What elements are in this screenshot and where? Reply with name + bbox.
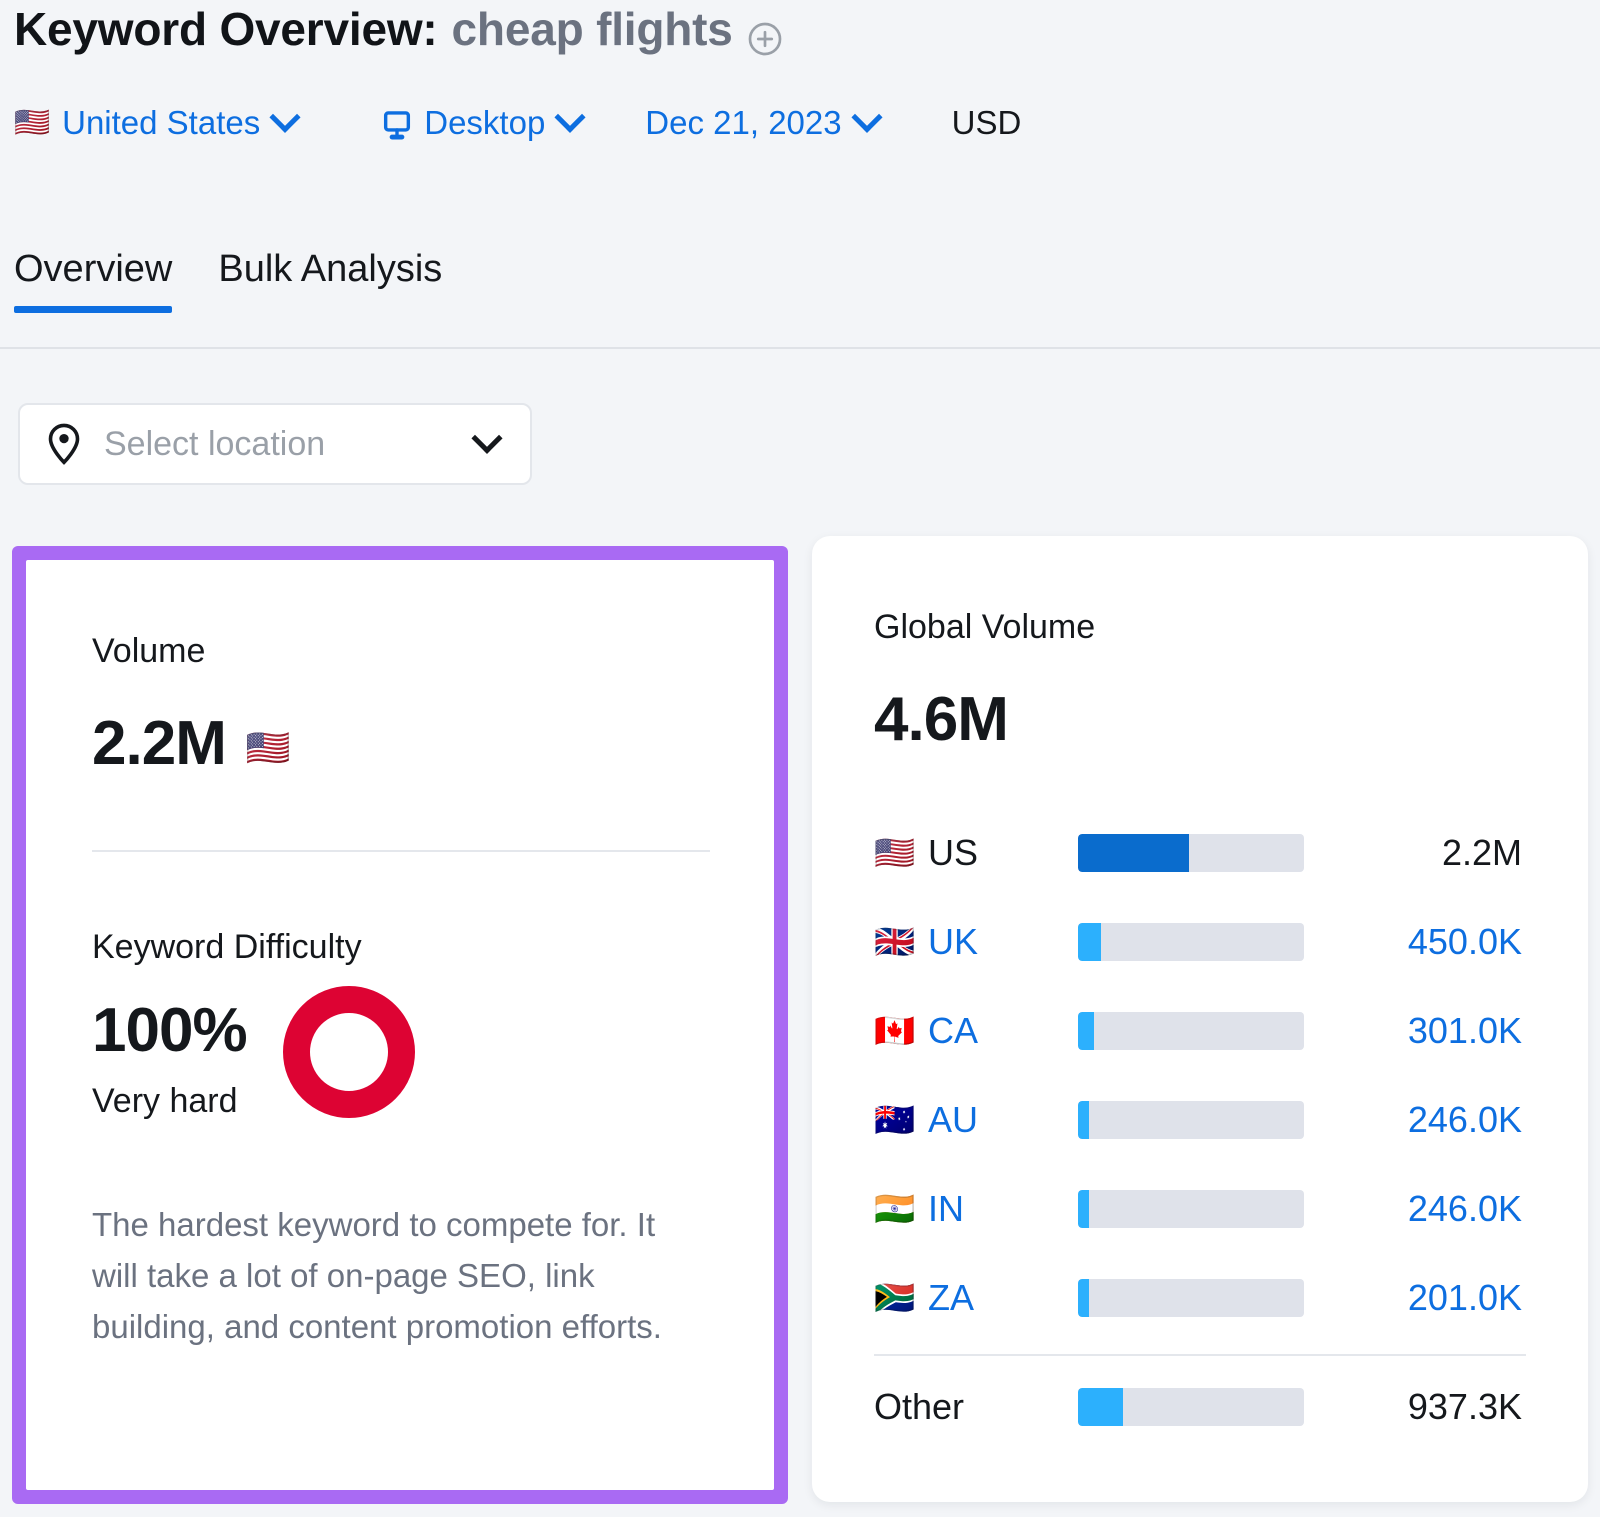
country-label: United States — [62, 104, 261, 141]
bar-row-value: 937.3K — [1407, 1385, 1522, 1427]
bar-row-au[interactable]: 🇦🇺 AU 246.0K — [874, 1075, 1526, 1164]
bar-row-value: 246.0K — [1407, 1187, 1522, 1229]
bar-row-label: AU — [928, 1098, 979, 1140]
bar-track — [1078, 1189, 1304, 1228]
us-flag-icon: 🇺🇸 — [874, 834, 916, 871]
volume-value-row: 2.2M 🇺🇸 — [92, 708, 291, 779]
page-title-keyword: cheap flights — [451, 3, 733, 55]
bar-track — [1078, 922, 1304, 961]
global-volume-label: Global Volume — [874, 608, 1096, 646]
date-selector[interactable]: Dec 21, 2023 — [645, 101, 883, 142]
bar-fill — [1078, 1278, 1090, 1317]
bar-track — [1078, 833, 1304, 872]
volume-difficulty-card: Volume 2.2M 🇺🇸 Keyword Difficulty 100% V… — [26, 560, 774, 1490]
tab-bar: Overview Bulk Analysis — [14, 248, 442, 313]
chevron-down-icon — [554, 101, 586, 133]
bar-track — [1078, 1278, 1304, 1317]
difficulty-donut-gauge — [282, 986, 415, 1118]
keyword-overview-page: Keyword Overview: cheap flights 🇺🇸 Unite… — [0, 0, 1600, 1517]
bar-track — [1078, 1011, 1304, 1050]
date-label: Dec 21, 2023 — [645, 104, 842, 141]
ca-flag-icon: 🇨🇦 — [874, 1012, 916, 1049]
bar-row-value: 201.0K — [1407, 1276, 1522, 1318]
global-volume-value: 4.6M — [874, 685, 1009, 754]
bar-row-value: 450.0K — [1407, 920, 1522, 962]
bar-row-label: IN — [928, 1187, 964, 1229]
bar-track — [1078, 1100, 1304, 1139]
bar-fill — [1078, 1387, 1124, 1426]
bars-divider — [874, 1354, 1526, 1356]
page-title: Keyword Overview: cheap flights — [14, 2, 783, 56]
volume-label: Volume — [92, 632, 206, 670]
bar-row-ca[interactable]: 🇨🇦 CA 301.0K — [874, 986, 1526, 1075]
in-flag-icon: 🇮🇳 — [874, 1190, 916, 1227]
add-keyword-icon[interactable] — [747, 14, 783, 56]
us-flag-icon: 🇺🇸 — [245, 726, 291, 768]
location-placeholder: Select location — [104, 424, 326, 463]
volume-value: 2.2M — [92, 709, 227, 778]
card-divider — [92, 850, 710, 852]
global-volume-bar-chart: 🇺🇸 US 2.2M 🇬🇧 UK 450.0K 🇨🇦 CA 301.0K 🇦🇺 AU 246.0K 🇮🇳… — [874, 808, 1526, 1451]
keyword-difficulty-description: The hardest keyword to compete for. It w… — [92, 1206, 662, 1345]
currency-label: USD — [951, 104, 1022, 141]
bar-row-us[interactable]: 🇺🇸 US 2.2M — [874, 808, 1526, 897]
bar-row-za[interactable]: 🇿🇦 ZA 201.0K — [874, 1253, 1526, 1342]
filters-bar: 🇺🇸 United States Desktop Dec 21, 2023 US… — [14, 101, 1022, 142]
map-pin-icon — [46, 423, 82, 465]
za-flag-icon: 🇿🇦 — [874, 1279, 916, 1316]
bar-row-label: CA — [928, 1009, 979, 1051]
bar-row-label: ZA — [928, 1276, 975, 1318]
device-label: Desktop — [424, 104, 546, 141]
bar-fill — [1078, 833, 1189, 872]
bar-row-other[interactable]: Other 937.3K — [874, 1362, 1526, 1451]
bar-fill — [1078, 1011, 1094, 1050]
tab-overview[interactable]: Overview — [14, 248, 173, 313]
page-title-prefix: Keyword Overview: — [14, 3, 438, 55]
keyword-difficulty-label: Keyword Difficulty — [92, 928, 362, 966]
bar-track — [1078, 1387, 1304, 1426]
chevron-down-icon — [269, 101, 301, 133]
keyword-difficulty-level: Very hard — [92, 1082, 238, 1120]
bar-row-value: 2.2M — [1441, 831, 1522, 873]
global-volume-card: Global Volume 4.6M 🇺🇸 US 2.2M 🇬🇧 UK 450.0K 🇨🇦 C… — [812, 536, 1588, 1502]
tab-divider — [0, 347, 1600, 349]
country-selector[interactable]: 🇺🇸 United States — [14, 101, 301, 142]
keyword-difficulty-value: 100% — [92, 996, 248, 1065]
bar-fill — [1078, 1100, 1090, 1139]
bar-row-label: UK — [928, 920, 979, 962]
volume-difficulty-card-highlight: Volume 2.2M 🇺🇸 Keyword Difficulty 100% V… — [12, 546, 788, 1504]
bar-row-value: 246.0K — [1407, 1098, 1522, 1140]
bar-row-value: 301.0K — [1407, 1009, 1522, 1051]
bar-row-uk[interactable]: 🇬🇧 UK 450.0K — [874, 897, 1526, 986]
uk-flag-icon: 🇬🇧 — [874, 923, 916, 960]
keyword-difficulty-text-group: 100% Very hard — [92, 996, 248, 1121]
desktop-monitor-icon — [380, 108, 414, 142]
chevron-down-icon — [471, 422, 503, 454]
bar-row-label: Other — [874, 1385, 965, 1427]
keyword-difficulty-row: 100% Very hard — [92, 986, 415, 1121]
chevron-down-icon — [851, 101, 883, 133]
location-select[interactable]: Select location — [18, 403, 532, 485]
bar-row-label: US — [928, 831, 979, 873]
us-flag-icon: 🇺🇸 — [14, 106, 51, 139]
bar-fill — [1078, 922, 1101, 961]
device-selector[interactable]: Desktop — [380, 101, 586, 142]
bar-fill — [1078, 1189, 1090, 1228]
au-flag-icon: 🇦🇺 — [874, 1101, 916, 1138]
tab-bulk-analysis[interactable]: Bulk Analysis — [218, 248, 442, 313]
bar-row-in[interactable]: 🇮🇳 IN 246.0K — [874, 1164, 1526, 1253]
